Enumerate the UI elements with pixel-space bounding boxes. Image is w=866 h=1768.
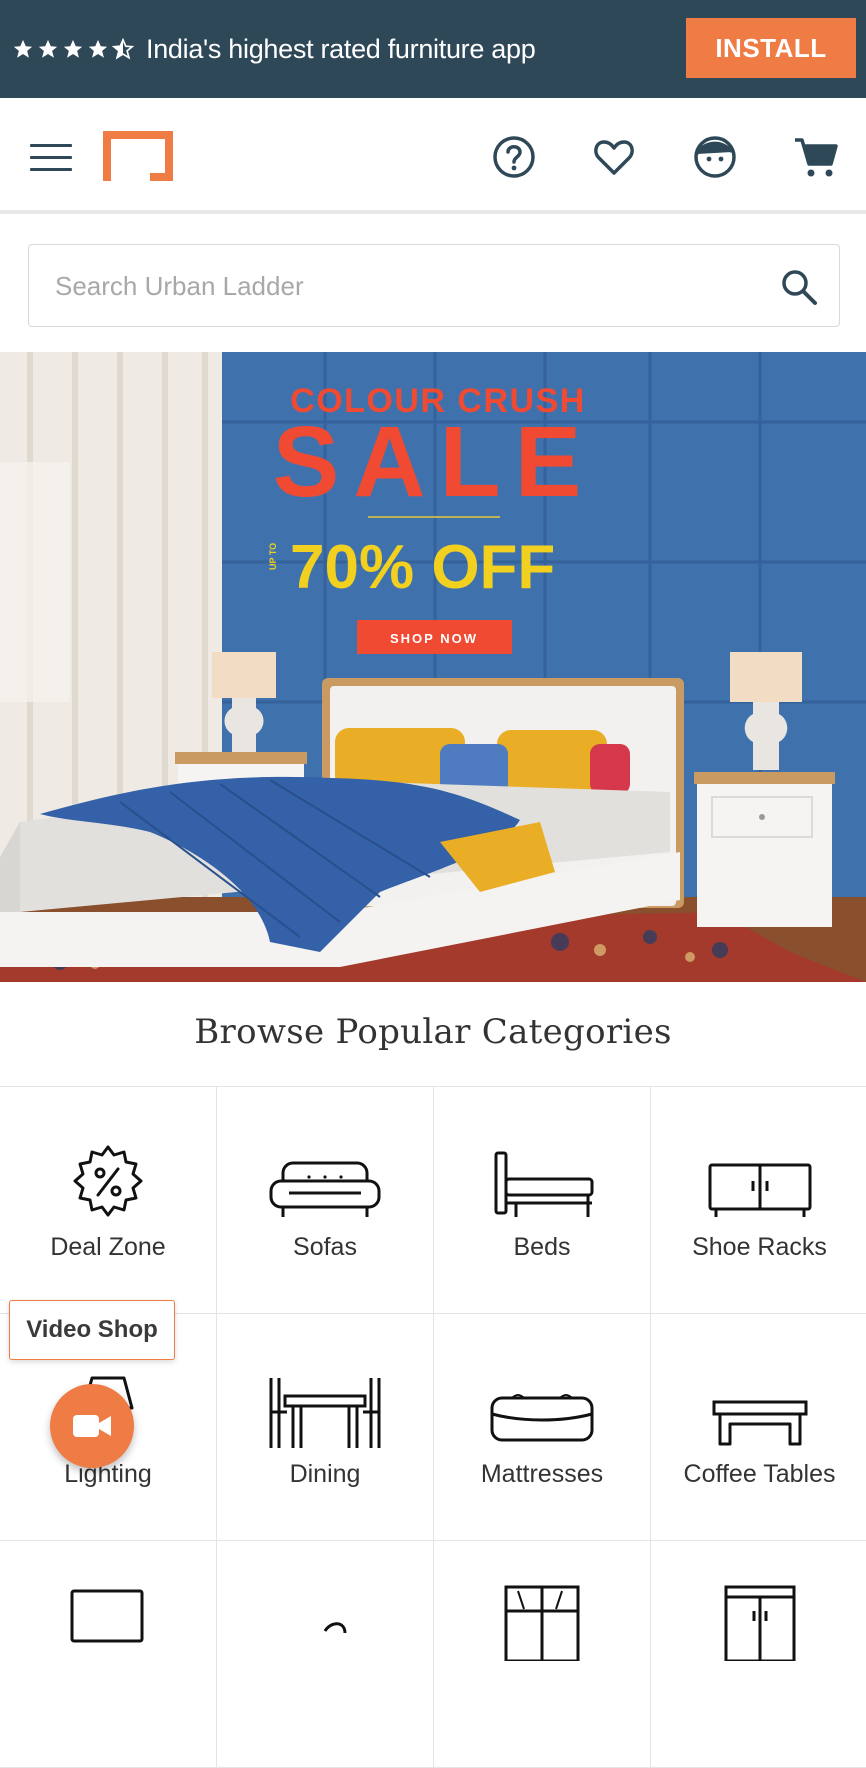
cart-icon[interactable] <box>793 134 839 180</box>
wardrobe-icon <box>700 1581 820 1661</box>
app-header <box>0 98 866 214</box>
search-input[interactable] <box>53 265 753 307</box>
category-label: Shoe Racks <box>692 1233 827 1261</box>
mattress-icon <box>482 1372 602 1452</box>
category-label: Deal Zone <box>50 1233 166 1261</box>
help-icon[interactable] <box>491 134 537 180</box>
star-icon <box>38 39 58 58</box>
hero-headline-big: SALE <box>273 406 596 518</box>
star-icon <box>13 39 33 58</box>
category-deal-zone[interactable]: Deal Zone <box>0 1087 217 1314</box>
search-bar[interactable] <box>28 244 840 327</box>
hero-upto: UP TO <box>268 543 278 570</box>
category-label: Sofas <box>293 1233 357 1261</box>
video-camera-icon <box>73 1415 111 1437</box>
menu-icon[interactable] <box>30 144 72 172</box>
bookshelf-icon <box>482 1581 602 1661</box>
category-dining[interactable]: Dining <box>217 1314 434 1541</box>
install-banner: India's highest rated furniture app INST… <box>0 0 866 98</box>
star-icon <box>63 39 83 58</box>
search-icon[interactable] <box>779 267 819 307</box>
category-tv-units[interactable] <box>0 1541 217 1768</box>
category-sofas[interactable]: Sofas <box>217 1087 434 1314</box>
deal-zone-icon <box>48 1145 168 1225</box>
category-decor[interactable] <box>217 1541 434 1768</box>
shop-now-label: SHOP NOW <box>390 631 478 646</box>
logo[interactable] <box>100 128 176 184</box>
shoe-rack-icon <box>700 1145 820 1225</box>
video-shop-button[interactable] <box>50 1384 134 1468</box>
hero-banner[interactable]: COLOUR CRUSH SALE UP TO 70% OFF SHOP NOW <box>0 352 866 982</box>
coffee-table-icon <box>700 1372 820 1452</box>
category-coffee-tables[interactable]: Coffee Tables <box>651 1314 866 1541</box>
rating-stars <box>12 38 134 60</box>
category-mattresses[interactable]: Mattresses <box>434 1314 651 1541</box>
decor-icon <box>265 1581 385 1661</box>
profile-icon[interactable] <box>692 134 738 180</box>
category-wardrobes[interactable] <box>651 1541 866 1768</box>
hero-image: COLOUR CRUSH SALE UP TO 70% OFF SHOP NOW <box>0 352 866 982</box>
video-shop-tooltip[interactable]: Video Shop <box>9 1300 175 1360</box>
tv-unit-icon <box>48 1581 168 1661</box>
sofa-icon <box>265 1145 385 1225</box>
category-label: Dining <box>289 1460 361 1488</box>
star-icon <box>88 39 108 58</box>
star-half-icon <box>112 38 134 60</box>
category-beds[interactable]: Beds <box>434 1087 651 1314</box>
category-bookshelves[interactable] <box>434 1541 651 1768</box>
category-label: Mattresses <box>480 1460 604 1488</box>
category-label: Beds <box>513 1233 571 1261</box>
categories-title: Browse Popular Categories <box>194 1012 672 1052</box>
category-label: Coffee Tables <box>683 1460 836 1488</box>
bed-icon <box>482 1145 602 1225</box>
hero-offer: 70% OFF <box>290 533 555 602</box>
promo-text: India's highest rated furniture app <box>146 33 536 64</box>
install-button[interactable]: INSTALL <box>686 18 856 78</box>
category-shoe-racks[interactable]: Shoe Racks <box>651 1087 866 1314</box>
dining-icon <box>265 1372 385 1452</box>
heart-icon[interactable] <box>591 134 637 180</box>
